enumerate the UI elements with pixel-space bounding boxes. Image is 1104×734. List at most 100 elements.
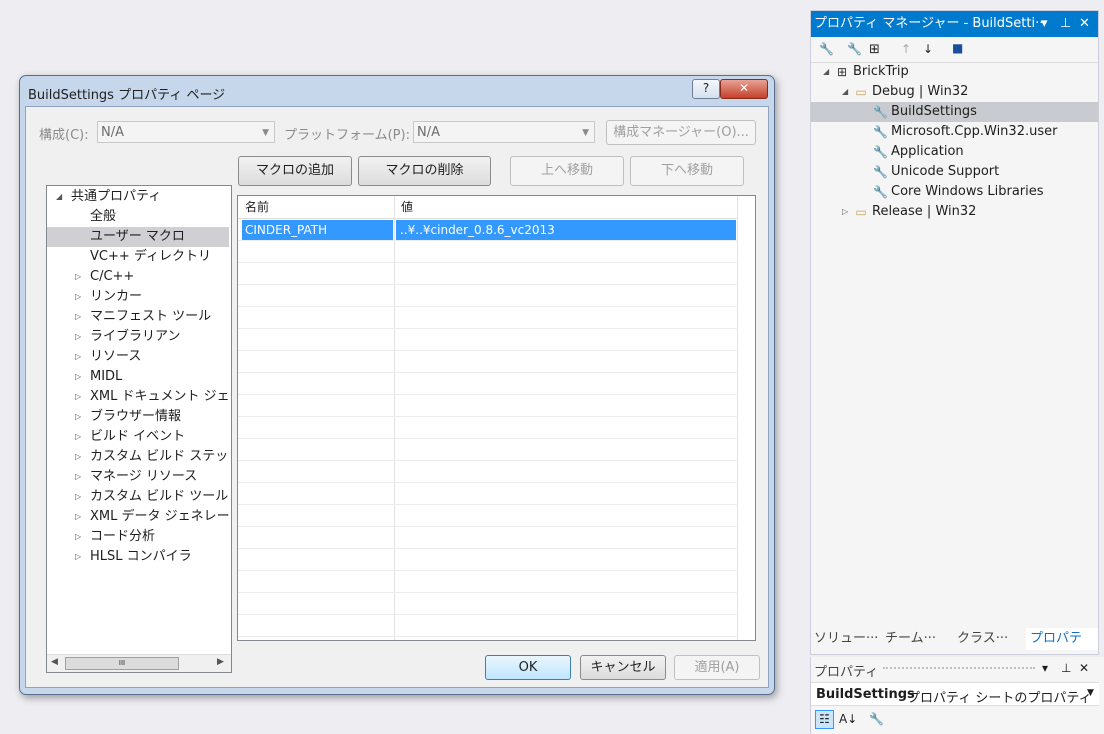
add-macro-button[interactable]: マクロの追加 xyxy=(238,156,352,186)
property-pages-icon[interactable]: 🔧 xyxy=(869,712,884,726)
categorized-icon[interactable]: ☷ xyxy=(815,710,834,729)
expander-icon[interactable]: ▷ xyxy=(75,287,81,307)
expander-icon[interactable]: ▷ xyxy=(75,327,81,347)
tree-item[interactable]: ▷ MIDL xyxy=(47,367,229,387)
expander-icon[interactable]: ▷ xyxy=(75,347,81,367)
expander-icon[interactable]: ▷ xyxy=(75,427,81,447)
expander-icon[interactable]: ▷ xyxy=(75,487,81,507)
expander-icon[interactable]: ▷ xyxy=(75,547,81,567)
pin-icon[interactable]: ⊥ xyxy=(1061,661,1071,675)
pin-icon[interactable]: ⊥ xyxy=(1060,11,1071,37)
cancel-button[interactable]: キャンセル xyxy=(580,655,666,680)
tree-item[interactable]: 全般 xyxy=(47,207,229,227)
scroll-thumb[interactable]: III xyxy=(65,657,179,670)
dropdown-icon[interactable]: ▾ xyxy=(1041,11,1048,37)
object-name: BuildSettings xyxy=(816,687,915,702)
property-manager-item[interactable]: ◢ ▭ Debug | Win32 xyxy=(811,82,1098,102)
empty-row xyxy=(238,417,738,439)
object-selector[interactable]: BuildSettings プロパティ シートのプロパティ ▼ xyxy=(811,682,1099,706)
tree-item[interactable]: ▷ HLSL コンパイラ xyxy=(47,547,229,567)
tree-item[interactable]: ▷ XML ドキュメント ジェネ xyxy=(47,387,229,407)
expander-icon[interactable]: ▷ xyxy=(842,202,848,222)
macro-value-cell[interactable]: ..¥..¥cinder_0.8.6_vc2013 xyxy=(396,220,736,240)
wrench-icon[interactable]: 🔧 xyxy=(819,42,834,56)
tree-item[interactable]: ▷ マネージ リソース xyxy=(47,467,229,487)
move-up-button[interactable]: 上へ移動 xyxy=(510,156,624,186)
scroll-right-icon[interactable]: ▶ xyxy=(217,657,224,667)
arrow-up-icon[interactable]: ↑ xyxy=(901,42,911,56)
property-manager-item[interactable]: 🔧 Unicode Support xyxy=(811,162,1098,182)
tree-item[interactable]: ◢ 共通プロパティ xyxy=(47,187,229,207)
tree-item[interactable]: ▷ カスタム ビルド ステップ xyxy=(47,447,229,467)
arrow-down-icon[interactable]: ↓ xyxy=(923,42,933,56)
property-manager-toolbar: 🔧 🔧 ⊞ ↑ ↓ ■ xyxy=(811,38,1098,63)
property-manager-item[interactable]: 🔧 BuildSettings xyxy=(811,102,1098,122)
platform-combo[interactable]: N/A ▼ xyxy=(413,121,595,143)
tree-item[interactable]: ▷ マニフェスト ツール xyxy=(47,307,229,327)
tree-item-label: リンカー xyxy=(90,289,143,304)
config-manager-button[interactable]: 構成マネージャー(O)... xyxy=(606,120,756,145)
tab-team-explorer[interactable]: チーム··· xyxy=(885,628,936,650)
expander-icon[interactable]: ▷ xyxy=(75,447,81,467)
folder-icon: ▭ xyxy=(855,85,867,99)
tree-item[interactable]: ▷ リソース xyxy=(47,347,229,367)
dialog-body: 構成(C): N/A ▼ プラットフォーム(P): N/A ▼ 構成マネージャー… xyxy=(25,106,769,688)
add-property-sheet-icon[interactable]: 🔧 xyxy=(847,42,862,56)
save-icon[interactable]: ■ xyxy=(952,41,963,55)
object-description: プロパティ シートのプロパティ xyxy=(907,691,1092,706)
tab-class-view[interactable]: クラス··· xyxy=(957,628,1008,650)
alphabetical-icon[interactable]: A↓ xyxy=(839,712,857,726)
property-manager-item[interactable]: 🔧 Microsoft.Cpp.Win32.user xyxy=(811,122,1098,142)
expander-icon[interactable]: ▷ xyxy=(75,507,81,527)
expander-icon[interactable]: ▷ xyxy=(75,387,81,407)
tree-item[interactable]: ▷ コード分析 xyxy=(47,527,229,547)
expander-icon[interactable]: ◢ xyxy=(56,187,62,207)
property-manager-item[interactable]: ◢ ⊞ BrickTrip xyxy=(811,62,1098,82)
expander-icon[interactable]: ◢ xyxy=(823,62,829,82)
move-down-button[interactable]: 下へ移動 xyxy=(630,156,744,186)
tree-item[interactable]: ▷ カスタム ビルド ツール xyxy=(47,487,229,507)
empty-row xyxy=(238,351,738,373)
tree-item[interactable]: ▷ リンカー xyxy=(47,287,229,307)
config-combo[interactable]: N/A ▼ xyxy=(97,121,275,143)
close-icon[interactable]: ✕ xyxy=(1079,661,1089,675)
tree-item-label: XML データ ジェネレータ xyxy=(90,509,229,524)
tree-item[interactable]: VC++ ディレクトリ xyxy=(47,247,229,267)
property-manager-item[interactable]: ▷ ▭ Release | Win32 xyxy=(811,202,1098,222)
property-manager-item[interactable]: 🔧 Core Windows Libraries xyxy=(811,182,1098,202)
property-manager-item[interactable]: 🔧 Application xyxy=(811,142,1098,162)
tree-item-label: 共通プロパティ xyxy=(71,189,162,204)
add-existing-sheet-icon[interactable]: ⊞ xyxy=(869,42,880,57)
expander-icon[interactable]: ▷ xyxy=(75,367,81,387)
expander-icon[interactable]: ▷ xyxy=(75,267,81,287)
expander-icon[interactable]: ▷ xyxy=(75,467,81,487)
scroll-left-icon[interactable]: ◀ xyxy=(51,657,58,667)
delete-macro-button[interactable]: マクロの削除 xyxy=(358,156,491,186)
tree-item-label: マネージ リソース xyxy=(90,469,198,484)
help-button[interactable]: ? xyxy=(692,79,720,99)
macro-name-cell[interactable]: CINDER_PATH xyxy=(242,220,393,240)
expander-icon[interactable]: ▷ xyxy=(75,307,81,327)
tree-item[interactable]: ユーザー マクロ xyxy=(47,227,229,247)
expander-icon[interactable]: ▷ xyxy=(75,527,81,547)
tree-item[interactable]: ▷ ビルド イベント xyxy=(47,427,229,447)
tree-hscrollbar[interactable]: ◀ III ▶ xyxy=(47,654,231,672)
tree-item-label: コード分析 xyxy=(90,529,156,544)
dropdown-icon[interactable]: ▾ xyxy=(1042,661,1048,675)
tree-item[interactable]: ▷ XML データ ジェネレータ xyxy=(47,507,229,527)
tree-item[interactable]: ▷ ライブラリアン xyxy=(47,327,229,347)
tree-item[interactable]: ▷ ブラウザー情報 xyxy=(47,407,229,427)
wrench-icon: 🔧 xyxy=(873,165,888,179)
folder-icon: ▭ xyxy=(855,205,867,219)
apply-button[interactable]: 適用(A) xyxy=(674,655,760,680)
close-icon[interactable]: ✕ xyxy=(1079,11,1090,37)
expander-icon[interactable]: ▷ xyxy=(75,407,81,427)
tab-property-manager[interactable]: プロパテ··· xyxy=(1026,628,1098,668)
tab-solution-explorer[interactable]: ソリュー··· xyxy=(814,628,878,650)
expander-icon[interactable]: ◢ xyxy=(842,82,848,102)
ok-button[interactable]: OK xyxy=(485,655,571,680)
close-button[interactable]: ✕ xyxy=(720,79,768,99)
empty-row xyxy=(238,439,738,461)
properties-title: プロパティ xyxy=(814,665,879,680)
tree-item[interactable]: ▷ C/C++ xyxy=(47,267,229,287)
